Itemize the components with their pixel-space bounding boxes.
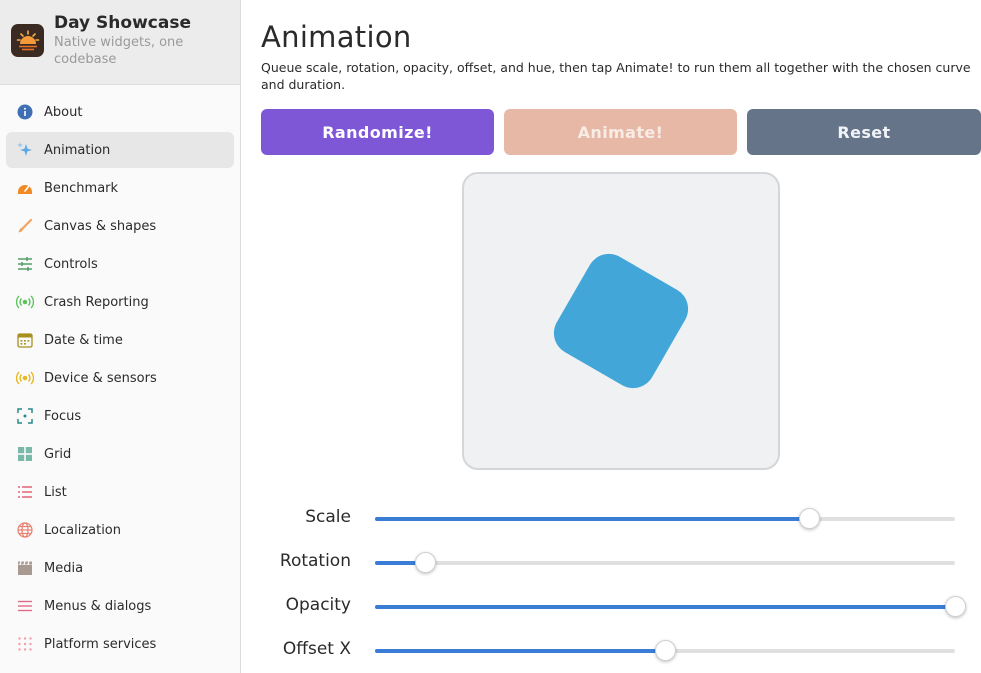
rotation-label: Rotation [279,551,351,571]
broadcast-icon [16,293,34,311]
animation-stage [462,172,780,470]
scale-control: Scale [261,503,981,533]
scale-slider-fill [375,517,809,521]
opacity-control: Opacity [261,591,981,621]
main-content: Animation Queue scale, rotation, opacity… [241,0,981,673]
page-description: Queue scale, rotation, opacity, offset, … [261,60,971,92]
sidebar-item-label: Canvas & shapes [44,218,157,234]
app-subtitle: Native widgets, one codebase [54,35,184,67]
sidebar-item-platform-services[interactable]: Platform services [6,626,234,662]
scale-label: Scale [305,507,351,527]
scale-slider-thumb[interactable] [798,508,820,529]
sunrise-icon [11,24,44,57]
sidebar-item-label: Controls [44,256,98,272]
sidebar-item-animation[interactable]: Animation [6,132,234,168]
sidebar-item-controls[interactable]: Controls [6,246,234,282]
animated-shape [553,253,689,389]
sidebar-item-label: Media [44,560,84,576]
sidebar-item-label: Crash Reporting [44,294,149,310]
sidebar-item-label: Date & time [44,332,123,348]
randomize-button[interactable]: Randomize! [261,109,494,155]
sidebar-item-date-time[interactable]: Date & time [6,322,234,358]
sidebar-item-label: Localization [44,522,121,538]
dots-grid-icon [16,635,34,653]
calendar-icon [16,331,34,349]
list-icon [16,483,34,501]
sidebar-item-benchmark[interactable]: Benchmark [6,170,234,206]
page-title: Animation [261,20,412,54]
offset-x-slider[interactable] [375,640,955,661]
sliders-icon [16,255,34,273]
sidebar-item-menus-dialogs[interactable]: Menus & dialogs [6,588,234,624]
sidebar-item-label: Benchmark [44,180,119,196]
focus-icon [16,407,34,425]
clapperboard-icon [16,559,34,577]
opacity-slider-fill [375,605,955,609]
rotation-slider-thumb[interactable] [414,552,436,573]
offset-x-slider-fill [375,649,665,653]
sidebar-item-crash-reporting[interactable]: Crash Reporting [6,284,234,320]
opacity-slider-thumb[interactable] [945,596,966,617]
sidebar-item-media[interactable]: Media [6,550,234,586]
sidebar-item-localization[interactable]: Localization [6,512,234,548]
sidebar-item-label: Menus & dialogs [44,598,152,614]
scale-slider[interactable] [375,508,955,529]
sidebar-item-label: Device & sensors [44,370,157,386]
brush-icon [16,217,34,235]
sidebar-item-label: Grid [44,446,72,462]
menu-icon [16,597,34,615]
sparkles-icon [16,141,34,159]
grid-icon [16,445,34,463]
sidebar-item-grid[interactable]: Grid [6,436,234,472]
sidebar-nav: About Animation Benchmark Canvas & shape… [0,85,240,662]
opacity-slider[interactable] [375,596,966,617]
sidebar-item-focus[interactable]: Focus [6,398,234,434]
animate-button[interactable]: Animate! [504,109,737,155]
offset-x-label: Offset X [282,639,351,659]
sidebar-item-label: List [44,484,67,500]
sidebar-item-label: Animation [44,142,111,158]
offset-x-slider-thumb[interactable] [655,640,676,661]
offset-x-control: Offset X [261,635,981,665]
rotation-slider[interactable] [375,552,955,573]
controls-panel: Scale Rotation Opacity Offset X [261,489,981,673]
sidebar-item-about[interactable]: About [6,94,234,130]
sidebar-item-device-sensors[interactable]: Device & sensors [6,360,234,396]
speedometer-icon [16,179,34,197]
sidebar-item-canvas-shapes[interactable]: Canvas & shapes [6,208,234,244]
sidebar-item-label: Focus [44,408,82,424]
info-icon [16,103,34,121]
sensor-icon [16,369,34,387]
sidebar-item-label: Platform services [44,636,157,652]
sidebar: Day Showcase Native widgets, one codebas… [0,0,241,673]
reset-button[interactable]: Reset [747,109,981,155]
sidebar-item-label: About [44,104,83,120]
globe-icon [16,521,34,539]
app-header: Day Showcase Native widgets, one codebas… [0,0,240,85]
sidebar-item-list[interactable]: List [6,474,234,510]
app-title: Day Showcase [54,13,191,33]
opacity-label: Opacity [285,595,351,615]
rotation-control: Rotation [261,547,981,577]
